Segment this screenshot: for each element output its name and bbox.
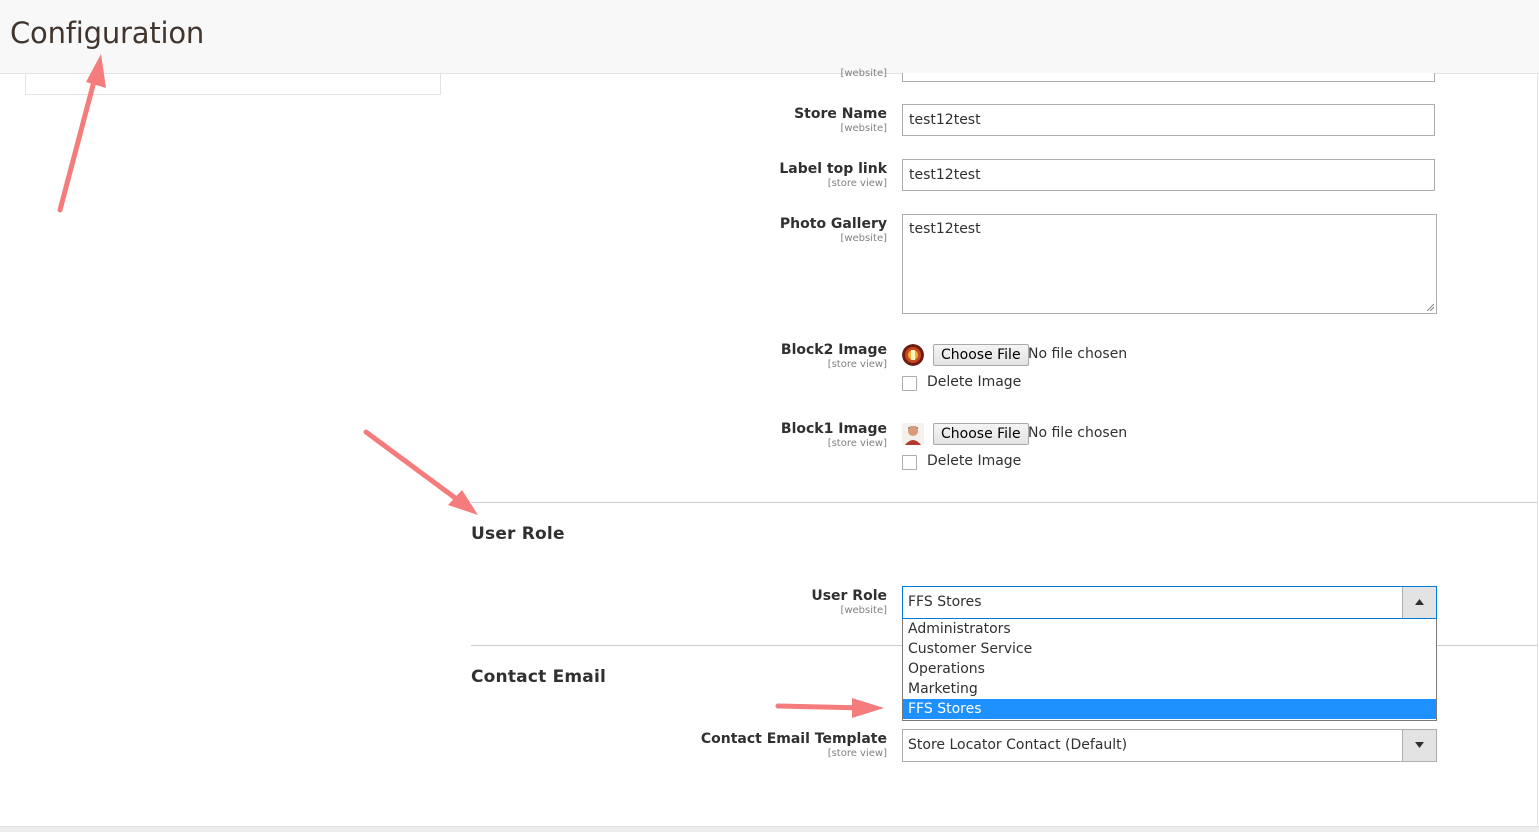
- block2-choose-file-button[interactable]: Choose File: [933, 344, 1029, 366]
- annotation-arrow-icon: [775, 698, 884, 718]
- block2-image-label: Block2 Image: [780, 342, 887, 358]
- block1-delete-checkbox[interactable]: [902, 455, 917, 470]
- select-arrow-button[interactable]: [1402, 587, 1436, 618]
- option-marketing[interactable]: Marketing: [903, 679, 1436, 699]
- option-ffs-stores[interactable]: FFS Stores: [903, 699, 1436, 719]
- block1-image-label: Block1 Image: [780, 421, 887, 437]
- user-role-section-title[interactable]: User Role: [471, 524, 565, 544]
- contact-email-template-select[interactable]: Store Locator Contact (Default): [902, 729, 1437, 762]
- resize-handle-icon[interactable]: [1426, 303, 1434, 311]
- contact-email-divider-right: [1437, 645, 1538, 646]
- user-role-scope: [website]: [840, 605, 887, 616]
- block1-file-status: No file chosen: [1028, 425, 1128, 441]
- user-role-select[interactable]: FFS Stores: [902, 586, 1437, 619]
- store-name-scope: [website]: [840, 123, 887, 134]
- user-role-selected-value: FFS Stores: [908, 594, 982, 610]
- photo-gallery-textarea[interactable]: test12test: [902, 214, 1437, 314]
- contact-email-template-value: Store Locator Contact (Default): [908, 737, 1128, 753]
- contact-email-divider-left: [471, 645, 902, 646]
- option-administrators[interactable]: Administrators: [903, 619, 1436, 639]
- label-top-link-label: Label top link: [779, 161, 887, 177]
- contact-email-section-title[interactable]: Contact Email: [471, 667, 606, 687]
- page-footer-bar: [0, 826, 1539, 832]
- block2-image-scope: [store view]: [827, 359, 887, 370]
- page-header: Configuration: [0, 0, 1539, 74]
- top-field-scope: [website]: [840, 68, 887, 79]
- block2-file-status: No file chosen: [1028, 346, 1128, 362]
- page-title: Configuration: [10, 16, 205, 50]
- chevron-down-icon: [1415, 742, 1424, 748]
- photo-gallery-scope: [website]: [840, 233, 887, 244]
- block1-delete-label[interactable]: Delete Image: [927, 453, 1021, 469]
- contact-email-template-label: Contact Email Template: [700, 731, 887, 747]
- photo-gallery-label: Photo Gallery: [779, 216, 887, 232]
- circular-photo-icon[interactable]: [902, 344, 924, 366]
- block2-delete-label[interactable]: Delete Image: [927, 374, 1021, 390]
- user-role-dropdown[interactable]: Administrators Customer Service Operatio…: [902, 619, 1437, 721]
- user-role-label: User Role: [811, 588, 887, 604]
- block1-choose-file-button[interactable]: Choose File: [933, 423, 1029, 445]
- block2-delete-checkbox[interactable]: [902, 376, 917, 391]
- chevron-up-icon: [1415, 599, 1424, 605]
- contact-email-template-scope: [store view]: [827, 748, 887, 759]
- select-arrow-button[interactable]: [1402, 730, 1436, 761]
- label-top-link-input[interactable]: test12test: [902, 159, 1435, 191]
- label-top-link-scope: [store view]: [827, 178, 887, 189]
- content-border: [1537, 73, 1538, 831]
- block1-image-scope: [store view]: [827, 438, 887, 449]
- annotation-arrow-icon: [363, 429, 478, 515]
- photo-gallery-value: test12test: [909, 221, 981, 237]
- sidebar-panel: [25, 73, 441, 95]
- option-customer-service[interactable]: Customer Service: [903, 639, 1436, 659]
- user-role-divider: [471, 502, 1537, 503]
- store-name-input[interactable]: test12test: [902, 104, 1435, 136]
- portrait-photo-icon[interactable]: [902, 423, 924, 445]
- option-operations[interactable]: Operations: [903, 659, 1436, 679]
- store-name-label: Store Name: [794, 106, 887, 122]
